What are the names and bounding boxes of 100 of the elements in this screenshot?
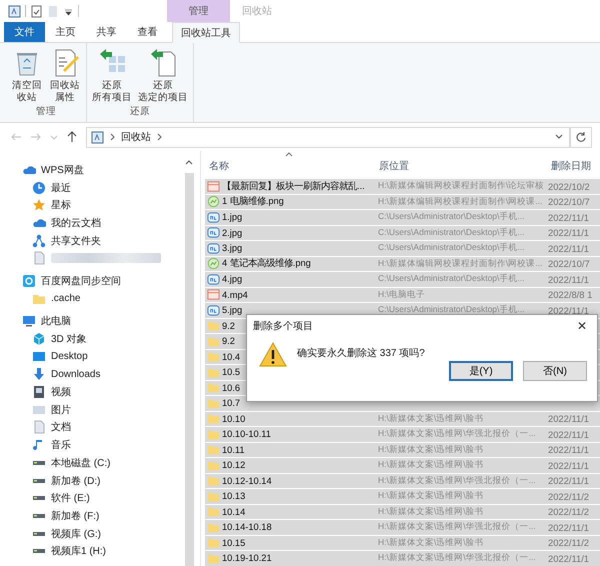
original-location: H:\新媒体文案\迅维网\脸书	[377, 490, 485, 502]
file-row[interactable]: 2.jpg C:\Users\Administrator\Desktop\手机... 2022/11/1	[205, 226, 600, 240]
file-row[interactable]: 10.10 H:\新媒体文案\迅维网\脸书 2022/11/1	[205, 412, 600, 426]
file-name: 10.14-10.18	[222, 522, 272, 532]
file-row[interactable]: 10.10-10.11 H:\新媒体文案\迅维网\华强北报价（一... 2022/11/1	[205, 427, 600, 442]
file-name: 10.10	[222, 414, 246, 424]
file-row[interactable]: 10.15 H:\新媒体文案\迅维网\脸书 2022/11/2	[205, 536, 600, 550]
page-icon	[47, 4, 59, 18]
file-row[interactable]: 10.12 H:\新媒体文案\迅维网\脸书 2022/11/1	[205, 458, 600, 472]
file-name: 10.19-10.21	[222, 553, 272, 564]
scroll-up-icon	[185, 159, 193, 167]
address-bar[interactable]: 回收站	[86, 126, 570, 148]
folder-icon	[207, 412, 220, 426]
ribbon-button[interactable]: 还原 选定的项目	[136, 46, 190, 105]
file-row[interactable]: 1 电脑维修.png H:\新媒体编辑网校课程封面制作\网校课... 2022/10/7	[205, 194, 600, 209]
close-button[interactable]: ✕	[571, 319, 593, 333]
original-location: H:\新媒体文案\迅维网\脸书	[377, 444, 485, 456]
ribbon-button[interactable]: 清空回 收站	[9, 46, 45, 105]
nav-item[interactable]: 3D 对象	[51, 332, 87, 346]
file-row[interactable]: 10.13 H:\新媒体文案\迅维网\脸书 2022/11/2	[205, 489, 600, 504]
file-name: 9.2	[222, 320, 235, 331]
nav-item[interactable]: 本地磁盘 (C:)	[51, 456, 110, 470]
file-row[interactable]: 10.14 H:\新媒体文案\迅维网\脸书 2022/11/2	[205, 504, 600, 519]
deleted-date: 2022/11/1	[547, 428, 590, 440]
original-location: H:\新媒体文案\迅维网\脸书	[377, 536, 485, 549]
deleted-date: 2022/11/1	[547, 413, 590, 424]
download-arrow-icon	[32, 367, 46, 382]
file-name: 10.6	[222, 382, 240, 393]
file-name: 1.jpg	[222, 212, 242, 222]
nav-item[interactable]: 视频库1 (H:)	[51, 544, 106, 558]
original-location: C:\Users\Administrator\Desktop\手机...	[377, 242, 526, 254]
deleted-date: 2022/11/1	[547, 242, 590, 254]
deleted-date: 2022/10/7	[547, 196, 591, 208]
nav-item[interactable]: 星标	[51, 198, 71, 212]
dialog-button[interactable]: 否(N)	[523, 361, 587, 381]
file-row[interactable]: 10.11 H:\新媒体文案\迅维网\脸书 2022/11/1	[205, 442, 600, 457]
file-row[interactable]: 10.12-10.14 H:\新媒体文案\迅维网\华强北报价（一... 2022/11/1	[205, 474, 600, 488]
ribbon-tab[interactable]: 回收站工具	[172, 22, 240, 43]
file-row[interactable]: 3.jpg C:\Users\Administrator\Desktop\手机... 2022/11/1	[205, 241, 600, 256]
chevron-right-icon	[156, 133, 163, 141]
deleted-date: 2022/11/2	[547, 506, 590, 518]
ribbon-group-label: 还原	[130, 105, 150, 119]
nav-item[interactable]: 音乐	[51, 438, 71, 452]
nav-item[interactable]: 软件 (E:)	[51, 491, 90, 506]
warning-icon	[259, 341, 287, 367]
nav-item[interactable]: 视频库 (G:)	[51, 526, 101, 541]
clock-icon	[32, 180, 46, 195]
nav-item[interactable]: Desktop	[51, 351, 88, 362]
nav-item[interactable]: 百度网盘同步空间	[41, 274, 121, 288]
file-name: 2.jpg	[222, 228, 242, 238]
document-icon	[32, 420, 46, 434]
dropdown-caret-icon	[555, 133, 563, 141]
folder-icon	[207, 350, 220, 364]
column-header[interactable]: 原位置	[375, 159, 547, 176]
nav-item[interactable]: 文档	[51, 420, 71, 434]
file-row[interactable]: 4 笔记本高级维修.png H:\新媒体编辑网校课程封面制作\网校课... 2022/10/7	[205, 256, 600, 271]
original-location: H:\新媒体文案\迅维网\脸书	[377, 506, 485, 518]
file-row[interactable]: 4.jpg C:\Users\Administrator\Desktop\手机... 2022/11/1	[205, 272, 600, 286]
image-file-icon	[207, 257, 220, 270]
file-row[interactable]: 1.jpg C:\Users\Administrator\Desktop\手机... 2022/11/1	[205, 210, 600, 224]
nav-item[interactable]: 新加卷 (D:)	[51, 474, 100, 488]
nav-item[interactable]: .cache	[51, 293, 80, 304]
nav-item[interactable]: Downloads	[51, 368, 100, 380]
deleted-date: 2022/11/1	[547, 444, 590, 456]
dialog-button[interactable]: 是(Y)	[449, 361, 513, 381]
nav-item[interactable]: 共享文件夹	[51, 234, 101, 248]
original-location: H:\新媒体编辑网校课程封面制作\网校课...	[377, 258, 544, 270]
drive-icon	[33, 496, 45, 500]
folder-icon	[207, 536, 220, 550]
folder-icon	[207, 505, 220, 518]
nav-item[interactable]: WPS网盘	[41, 162, 84, 177]
nav-item[interactable]: 此电脑	[41, 314, 71, 328]
file-name: 4.mp4	[222, 290, 248, 300]
original-location: H:\新媒体文案\迅维网\脸书	[377, 459, 485, 472]
column-header[interactable]: 删除日期	[547, 159, 599, 176]
file-row[interactable]: 4.mp4 H:\电脑电子 2022/8/8 1	[205, 288, 600, 302]
nav-item[interactable]: 最近	[51, 180, 71, 195]
nav-item[interactable]: 我的云文档	[51, 216, 101, 230]
column-header[interactable]: 名称	[205, 159, 375, 176]
scrollbar-thumb[interactable]	[184, 173, 194, 566]
file-menu-tab[interactable]: 文件	[4, 22, 45, 42]
chevron-right-icon	[109, 133, 116, 141]
nav-item[interactable]: 图片	[51, 402, 71, 417]
ribbon-button[interactable]: 还原 所有项目	[90, 46, 134, 105]
file-name: 10.13	[222, 491, 246, 502]
deleted-date: 2022/11/1	[547, 304, 590, 316]
photo-file-icon	[207, 210, 220, 224]
nav-item[interactable]: 视频	[51, 385, 71, 400]
file-row[interactable]: 【最新回复】板块一刷新内容就乱... H:\新媒体编辑网校课程封面制作\论坛审核 2022/10/2	[205, 179, 600, 194]
file-row[interactable]: 10.14-10.18 H:\新媒体文案\迅维网\华强北报价（一... 2022/11/1	[205, 520, 600, 534]
file-name: 4 笔记本高级维修.png	[222, 257, 311, 270]
back-arrow-icon	[10, 131, 22, 143]
breadcrumb[interactable]: 回收站	[121, 130, 151, 144]
file-name: 10.7	[222, 398, 240, 408]
ribbon-button[interactable]: 回收站 属性	[47, 46, 83, 105]
file-row[interactable]: 10.19-10.21 H:\新媒体文案\迅维网\华强北报价（一... 2022/11/1	[205, 551, 600, 566]
nav-item[interactable]: 新加卷 (F:)	[51, 508, 100, 523]
checklist-icon	[30, 4, 43, 18]
folder-icon	[207, 443, 220, 456]
web-file-icon	[207, 180, 220, 193]
